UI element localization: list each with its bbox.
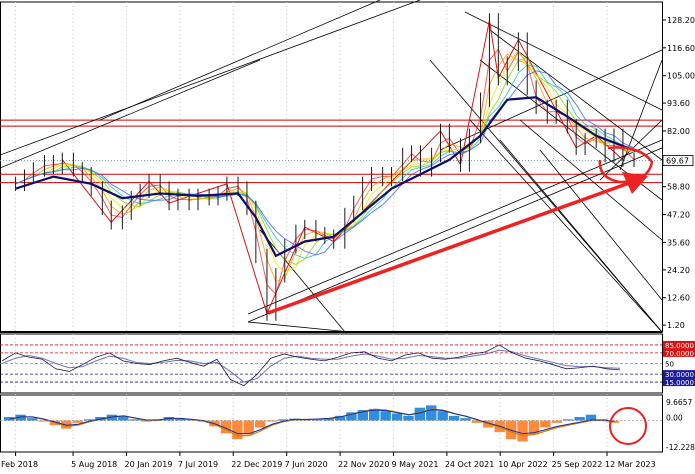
y-tick-label: 35.60 — [667, 238, 690, 247]
macd-histogram-bar — [255, 421, 265, 428]
macd-histogram-bar — [415, 408, 425, 421]
y-tick-label: 116.60 — [667, 44, 695, 53]
y-tick-label: 12.60 — [667, 294, 690, 303]
y-tick-label: 47.20 — [667, 211, 690, 220]
y-tick-label: 82.00 — [667, 127, 690, 136]
macd-histogram-bar — [517, 421, 527, 442]
x-tick-label: 22 Nov 2020 — [338, 460, 389, 469]
macd-histogram-bar — [27, 418, 37, 420]
macd-y-tick-label: -12.2286 — [666, 443, 695, 452]
macd-histogram-bar — [392, 414, 402, 421]
macd-histogram-bar — [266, 421, 276, 422]
y-tick-label: 1.20 — [667, 321, 685, 330]
trading-chart[interactable]: 128.20116.60105.0093.6082.0070.4058.8047… — [0, 0, 695, 470]
x-tick-label: 24 Oct 2021 — [445, 460, 494, 469]
macd-histogram-bar — [574, 417, 584, 420]
y-tick-label: 105.00 — [667, 72, 695, 81]
macd-histogram-bar — [449, 416, 459, 421]
x-tick-label: Feb 2018 — [1, 460, 38, 469]
macd-histogram-bar — [460, 418, 470, 420]
osc-level-label-lower: 15.0000 — [665, 379, 694, 387]
macd-histogram-bar — [129, 419, 139, 420]
macd-histogram-bar — [437, 411, 447, 420]
x-tick-label: 25 Sep 2022 — [552, 460, 603, 469]
macd-y-tick-label: 9.6657 — [666, 398, 692, 407]
osc-level-label-upper: 85.0000 — [665, 342, 694, 350]
y-tick-label: 58.80 — [667, 183, 690, 192]
grid — [0, 2, 663, 452]
macd-histogram-bar — [403, 416, 413, 421]
macd-histogram-bar — [426, 405, 436, 420]
x-tick-label: 5 Aug 2018 — [71, 460, 117, 469]
x-tick-label: 22 Dec 2019 — [231, 460, 282, 469]
macd-histogram-bar — [380, 411, 390, 420]
macd-histogram-bar — [72, 421, 82, 423]
macd-panel-frame — [1, 395, 663, 452]
macd-histogram-bar — [540, 421, 550, 428]
y-tick-label: 24.20 — [667, 266, 690, 275]
x-tick-label: 10 Apr 2022 — [498, 460, 547, 469]
macd-histogram-bar — [232, 421, 242, 440]
x-tick-label: 12 Mar 2023 — [605, 460, 656, 469]
macd-histogram-bar — [552, 421, 562, 423]
y-tick-label: 128.20 — [667, 16, 695, 25]
osc-level-label-lower_mid: 30.0000 — [665, 371, 694, 379]
x-tick-label: 7 Jun 2020 — [285, 460, 328, 469]
chart-svg[interactable]: 128.20116.60105.0093.6082.0070.4058.8047… — [0, 0, 695, 470]
macd-y-tick-label: 0.00 — [666, 414, 683, 423]
x-tick-label: 7 Jul 2019 — [178, 460, 218, 469]
current-price-label: 69.67 — [666, 157, 689, 166]
main-panel-frame — [1, 2, 663, 332]
x-tick-label: 9 May 2021 — [391, 460, 438, 469]
osc-level-label-middle_upper: 70.0000 — [665, 350, 694, 358]
osc-level-label-mid: 50 — [665, 361, 674, 369]
y-tick-label: 93.60 — [667, 99, 690, 108]
x-tick-label: 20 Jan 2019 — [124, 460, 172, 469]
